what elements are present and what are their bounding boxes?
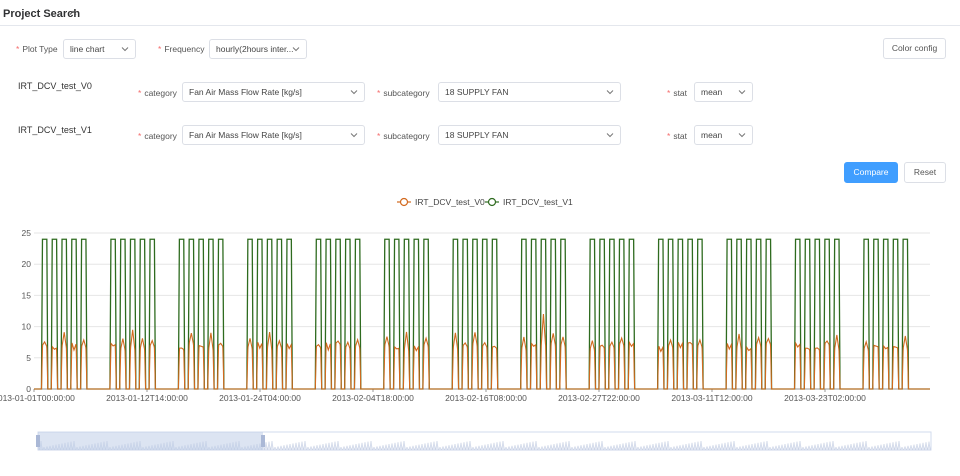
y-axis: 0510152025: [22, 228, 32, 394]
color-config-button[interactable]: Color config: [883, 38, 946, 59]
y-tick-label: 25: [22, 228, 32, 238]
x-tick-label: 2013-03-11T12:00:00: [671, 393, 752, 403]
compare-button[interactable]: Compare: [844, 162, 898, 183]
x-tick-label: 2013-01-01T00:00:00: [0, 393, 75, 403]
legend-label-v1[interactable]: IRT_DCV_test_V1: [503, 197, 573, 207]
x-tick-label: 2013-01-12T14:00:00: [106, 393, 188, 403]
frequency-select[interactable]: hourly(2hours inter...: [209, 39, 307, 59]
chevron-down-icon: [738, 133, 746, 138]
y-tick-label: 5: [26, 353, 31, 363]
chevron-down-icon: [606, 90, 614, 95]
dataset-name: IRT_DCV_test_V1: [18, 125, 92, 135]
dataset-name: IRT_DCV_test_V0: [18, 81, 92, 91]
frequency-label: * Frequency: [158, 44, 205, 54]
x-tick-label: 2013-03-23T02:00:00: [784, 393, 866, 403]
x-tick-label: 2013-01-24T04:00:00: [219, 393, 301, 403]
subcategory-label: * subcategory: [377, 88, 430, 98]
chevron-down-icon: [738, 90, 746, 95]
y-tick-label: 10: [22, 322, 32, 332]
subcategory-label: * subcategory: [377, 131, 430, 141]
chevron-up-icon[interactable]: [69, 9, 77, 17]
plot-type-select[interactable]: line chart: [63, 39, 136, 59]
panel-header[interactable]: Project Search: [0, 0, 960, 26]
legend-marker-v1: [487, 197, 497, 207]
chart-legend[interactable]: IRT_DCV_test_V0 IRT_DCV_test_V1: [397, 197, 573, 207]
chevron-down-icon: [350, 133, 358, 138]
zoom-window[interactable]: [38, 432, 263, 450]
zoom-handle-right[interactable]: [261, 435, 265, 447]
reset-button[interactable]: Reset: [904, 162, 946, 183]
zoom-handle-left[interactable]: [36, 435, 40, 447]
x-tick-label: 2013-02-04T18:00:00: [332, 393, 414, 403]
category-label: * category: [138, 88, 177, 98]
line-chart[interactable]: IRT_DCV_test_V0 IRT_DCV_test_V1 05101520…: [0, 190, 960, 408]
category-label: * category: [138, 131, 177, 141]
plot-type-label: * Plot Type: [16, 44, 58, 54]
y-tick-label: 15: [22, 290, 32, 300]
legend-marker-v0: [399, 197, 409, 207]
chevron-down-icon: [606, 133, 614, 138]
category-select[interactable]: Fan Air Mass Flow Rate [kg/s]: [182, 82, 365, 102]
x-tick-label: 2013-02-16T08:00:00: [445, 393, 527, 403]
stat-label: * stat: [667, 131, 688, 141]
stat-select[interactable]: mean: [694, 125, 753, 145]
data-zoom-slider[interactable]: [0, 428, 960, 454]
chevron-down-icon: [350, 90, 358, 95]
legend-label-v0[interactable]: IRT_DCV_test_V0: [415, 197, 485, 207]
x-axis: 2013-01-01T00:00:00 2013-01-12T14:00:00 20…: [0, 389, 866, 403]
stat-select[interactable]: mean: [694, 82, 753, 102]
x-tick-label: 2013-02-27T22:00:00: [558, 393, 640, 403]
category-select[interactable]: Fan Air Mass Flow Rate [kg/s]: [182, 125, 365, 145]
subcategory-select[interactable]: 18 SUPPLY FAN: [438, 82, 621, 102]
chevron-down-icon: [292, 47, 300, 52]
subcategory-select[interactable]: 18 SUPPLY FAN: [438, 125, 621, 145]
stat-label: * stat: [667, 88, 688, 98]
y-tick-label: 20: [22, 259, 32, 269]
chevron-down-icon: [121, 47, 129, 52]
